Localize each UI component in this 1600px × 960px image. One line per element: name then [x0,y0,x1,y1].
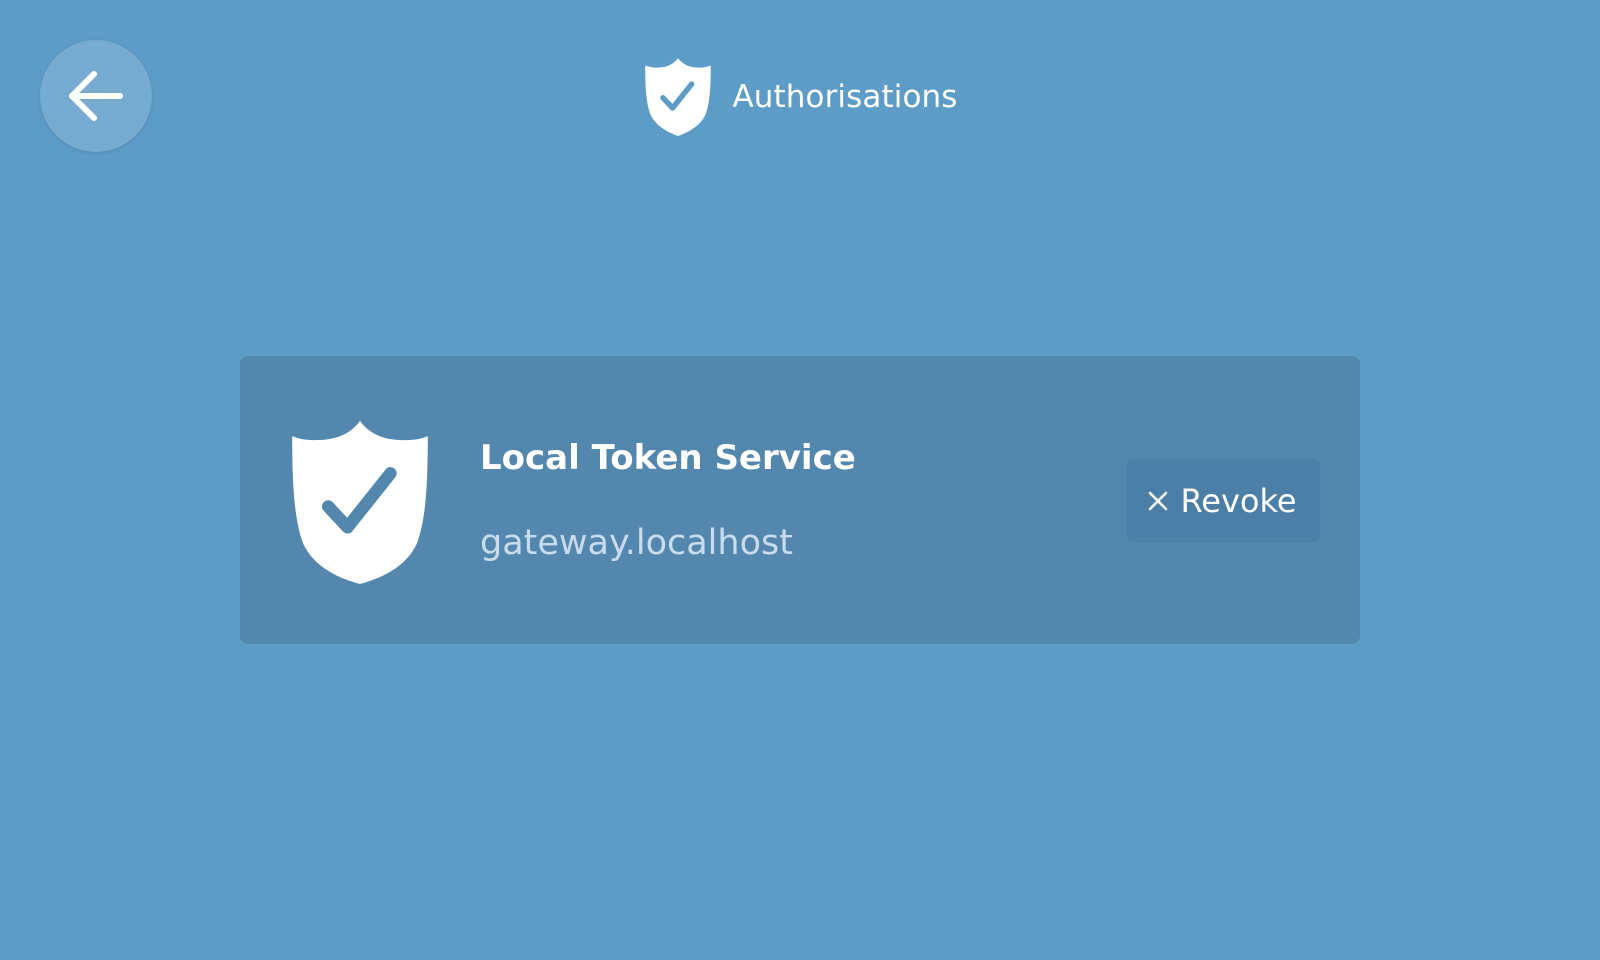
close-icon [1149,491,1168,510]
authorisation-card: Local Token Service gateway.localhost Re… [240,356,1360,644]
service-host: gateway.localhost [480,523,793,563]
revoke-button[interactable]: Revoke [1127,459,1320,542]
authorisations-screen: Authorisations Local Token Service gatew… [0,0,1600,960]
revoke-label: Revoke [1180,481,1297,520]
authorisation-details: Local Token Service gateway.localhost [480,438,1040,563]
page-title: Authorisations [732,78,958,115]
service-name: Local Token Service [480,438,856,478]
shield-check-icon [645,58,712,136]
page-header: Authorisations [0,52,1600,138]
shield-check-icon [292,420,428,584]
